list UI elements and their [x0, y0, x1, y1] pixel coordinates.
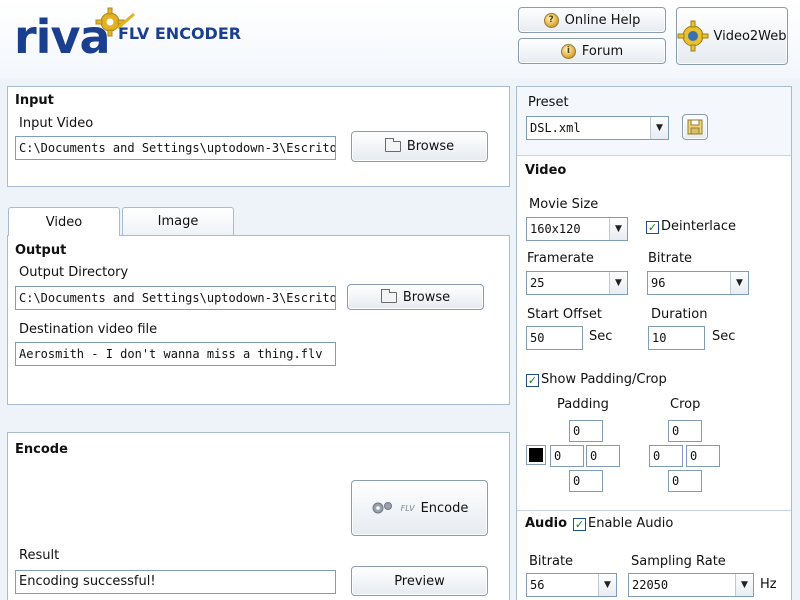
chevron-down-icon: ▼ — [735, 574, 753, 596]
encode-title: Encode — [15, 442, 68, 457]
show-padding-label: Show Padding/Crop — [541, 372, 667, 387]
framerate-value: 25 — [530, 276, 545, 290]
crop-left-field[interactable]: 0 — [649, 445, 683, 467]
chevron-down-icon: ▼ — [609, 218, 627, 240]
video-bitrate-select[interactable]: 96 ▼ — [647, 271, 749, 295]
duration-field[interactable]: 10 — [648, 326, 705, 350]
tab-video[interactable]: Video — [8, 207, 120, 236]
logo-subtitle: FLV ENCODER — [118, 24, 242, 43]
forum-button[interactable]: i Forum — [518, 38, 666, 64]
framerate-label: Framerate — [527, 251, 594, 266]
video2web-button[interactable]: Video2Web — [676, 7, 788, 65]
duration-unit: Sec — [712, 329, 736, 344]
crop-label: Crop — [670, 397, 701, 412]
folder-icon — [384, 138, 401, 152]
crop-right-field[interactable]: 0 — [686, 445, 720, 467]
audio-bitrate-select[interactable]: 56 ▼ — [526, 573, 617, 597]
result-label: Result — [19, 548, 60, 563]
tab-video-label: Video — [45, 214, 83, 230]
online-help-label: Online Help — [564, 12, 641, 28]
chevron-down-icon: ▼ — [650, 117, 668, 139]
movie-size-value: 160x120 — [530, 222, 581, 236]
header-bar: riva FLV ENCODER ? Online Help i Forum V… — [0, 0, 800, 78]
preset-value: DSL.xml — [530, 121, 581, 135]
video2web-gear-icon — [677, 20, 709, 52]
show-padding-checkbox[interactable]: ✓ — [526, 374, 539, 387]
start-offset-unit: Sec — [589, 329, 613, 344]
color-swatch-fill — [529, 448, 543, 462]
output-directory-field[interactable]: C:\Documents and Settings\uptodown-3\Esc… — [15, 286, 336, 310]
encode-button[interactable]: FLV Encode — [351, 480, 488, 536]
encode-button-label: Encode — [420, 500, 469, 516]
start-offset-field[interactable]: 50 — [526, 326, 583, 350]
input-video-label: Input Video — [19, 116, 94, 131]
preview-label: Preview — [394, 573, 445, 589]
online-help-button[interactable]: ? Online Help — [518, 7, 666, 33]
deinterlace-checkbox[interactable]: ✓ — [646, 221, 659, 234]
video-bitrate-label: Bitrate — [648, 251, 693, 266]
output-browse-button[interactable]: Browse — [347, 284, 484, 310]
movie-size-label: Movie Size — [529, 197, 599, 212]
padding-bottom-field[interactable]: 0 — [569, 470, 603, 492]
save-icon — [687, 119, 703, 135]
chevron-down-icon: ▼ — [609, 272, 627, 294]
padding-right-field[interactable]: 0 — [586, 445, 620, 467]
enable-audio-label: Enable Audio — [588, 516, 674, 531]
preset-label: Preset — [528, 95, 569, 110]
chevron-down-icon: ▼ — [730, 272, 748, 294]
output-browse-label: Browse — [402, 289, 451, 305]
video-bitrate-value: 96 — [651, 276, 666, 290]
output-title: Output — [15, 243, 67, 258]
destination-field[interactable]: Aerosmith - I don't wanna miss a thing.f… — [15, 342, 336, 366]
input-browse-button[interactable]: Browse — [351, 131, 488, 162]
audio-title: Audio — [525, 516, 568, 531]
input-video-field[interactable]: C:\Documents and Settings\uptodown-3\Esc… — [15, 136, 336, 160]
audio-bitrate-value: 56 — [530, 578, 545, 592]
output-panel — [7, 235, 510, 405]
forum-label: Forum — [581, 43, 624, 59]
enable-audio-checkbox[interactable]: ✓ — [573, 518, 586, 531]
framerate-select[interactable]: 25 ▼ — [526, 271, 628, 295]
sampling-rate-select[interactable]: 22050 ▼ — [628, 573, 754, 597]
start-offset-label: Start Offset — [527, 307, 602, 322]
info-icon: i — [560, 43, 576, 59]
encode-gears-icon — [372, 502, 392, 514]
help-icon: ? — [543, 12, 559, 28]
chevron-down-icon: ▼ — [598, 574, 616, 596]
sampling-rate-label: Sampling Rate — [631, 554, 726, 569]
tab-image[interactable]: Image — [122, 207, 234, 235]
input-title: Input — [15, 93, 54, 108]
sampling-rate-value: 22050 — [632, 578, 669, 592]
tab-image-label: Image — [157, 214, 199, 229]
padding-top-field[interactable]: 0 — [569, 420, 603, 442]
destination-label: Destination video file — [19, 322, 158, 337]
save-preset-button[interactable] — [682, 114, 708, 140]
result-field: Encoding successful! — [15, 570, 336, 594]
crop-top-field[interactable]: 0 — [668, 420, 702, 442]
movie-size-select[interactable]: 160x120 ▼ — [526, 217, 628, 241]
padding-color-swatch[interactable] — [526, 445, 546, 465]
input-browse-label: Browse — [406, 139, 455, 154]
riva-logo: riva FLV ENCODER — [14, 6, 254, 70]
padding-left-field[interactable]: 0 — [550, 445, 584, 467]
video2web-label: Video2Web — [713, 28, 787, 44]
encode-arrow-flv-icon: FLV — [400, 503, 415, 513]
audio-bitrate-label: Bitrate — [529, 554, 574, 569]
sampling-rate-unit: Hz — [760, 577, 777, 592]
folder-icon — [380, 288, 397, 303]
crop-bottom-field[interactable]: 0 — [668, 470, 702, 492]
padding-label: Padding — [557, 397, 609, 412]
preview-button[interactable]: Preview — [351, 566, 488, 596]
preset-select[interactable]: DSL.xml ▼ — [526, 116, 669, 140]
output-directory-label: Output Directory — [19, 265, 129, 280]
duration-label: Duration — [651, 307, 708, 322]
deinterlace-label: Deinterlace — [661, 219, 737, 234]
video-title: Video — [525, 163, 567, 178]
